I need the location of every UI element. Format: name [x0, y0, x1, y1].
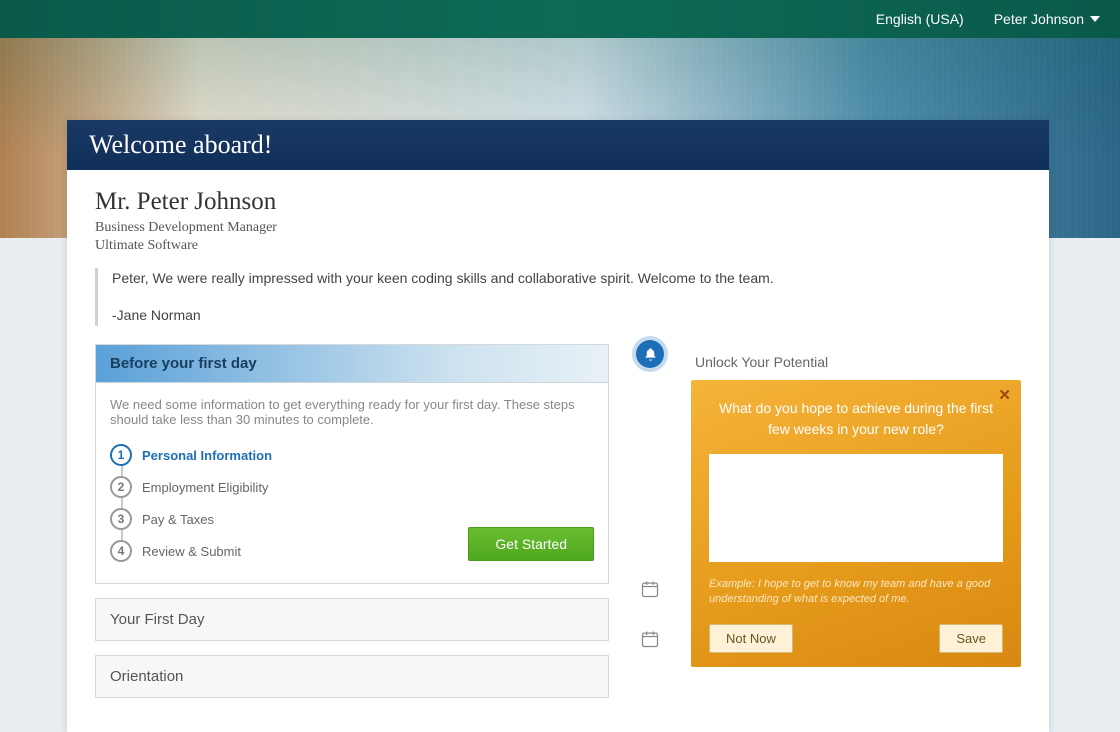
step-pay-taxes[interactable]: 3 Pay & Taxes [110, 503, 594, 535]
step-connector-line [121, 461, 123, 549]
step-employment-eligibility[interactable]: 2 Employment Eligibility [110, 471, 594, 503]
welcome-title: Welcome aboard! [67, 120, 1049, 170]
calendar-icon [639, 578, 661, 600]
bell-icon[interactable] [636, 340, 664, 368]
quote-text: Peter, We were really impressed with you… [112, 268, 1021, 289]
panel-your-first-day[interactable]: Your First Day [95, 598, 609, 641]
step-label: Review & Submit [142, 544, 241, 559]
step-label: Employment Eligibility [142, 480, 268, 495]
employee-name: Mr. Peter Johnson [95, 188, 1021, 216]
step-label: Personal Information [142, 448, 272, 463]
panel-title-before[interactable]: Before your first day [96, 345, 608, 383]
panel-intro: We need some information to get everythi… [110, 397, 594, 427]
unlock-potential-heading: Unlock Your Potential [691, 344, 1021, 380]
top-nav-bar: English (USA) Peter Johnson [0, 0, 1120, 38]
language-selector[interactable]: English (USA) [876, 11, 964, 27]
step-number: 3 [110, 508, 132, 530]
main-card: Welcome aboard! Mr. Peter Johnson Busine… [67, 120, 1049, 732]
prompt-response-input[interactable] [709, 454, 1003, 562]
step-review-submit[interactable]: 4 Review & Submit [110, 535, 594, 567]
not-now-button[interactable]: Not Now [709, 624, 793, 653]
employee-title: Business Development Manager [95, 220, 1021, 236]
quote-signature: -Jane Norman [112, 305, 1021, 326]
step-number: 4 [110, 540, 132, 562]
user-menu[interactable]: Peter Johnson [994, 11, 1100, 27]
employee-company: Ultimate Software [95, 238, 1021, 254]
user-name-label: Peter Johnson [994, 11, 1084, 27]
prompt-example-text: Example: I hope to get to know my team a… [709, 577, 1003, 608]
potential-prompt-card: ✕ What do you hope to achieve during the… [691, 380, 1021, 667]
chevron-down-icon [1090, 16, 1100, 22]
step-label: Pay & Taxes [142, 512, 214, 527]
step-number: 2 [110, 476, 132, 498]
panel-orientation[interactable]: Orientation [95, 655, 609, 698]
close-icon[interactable]: ✕ [998, 386, 1011, 404]
save-button[interactable]: Save [939, 624, 1003, 653]
step-personal-information[interactable]: 1 Personal Information [110, 439, 594, 471]
before-first-day-panel: Before your first day We need some infor… [95, 344, 609, 584]
language-label: English (USA) [876, 11, 964, 27]
welcome-quote: Peter, We were really impressed with you… [95, 268, 1021, 326]
step-number: 1 [110, 444, 132, 466]
prompt-question: What do you hope to achieve during the f… [709, 398, 1003, 440]
calendar-icon [639, 628, 661, 650]
